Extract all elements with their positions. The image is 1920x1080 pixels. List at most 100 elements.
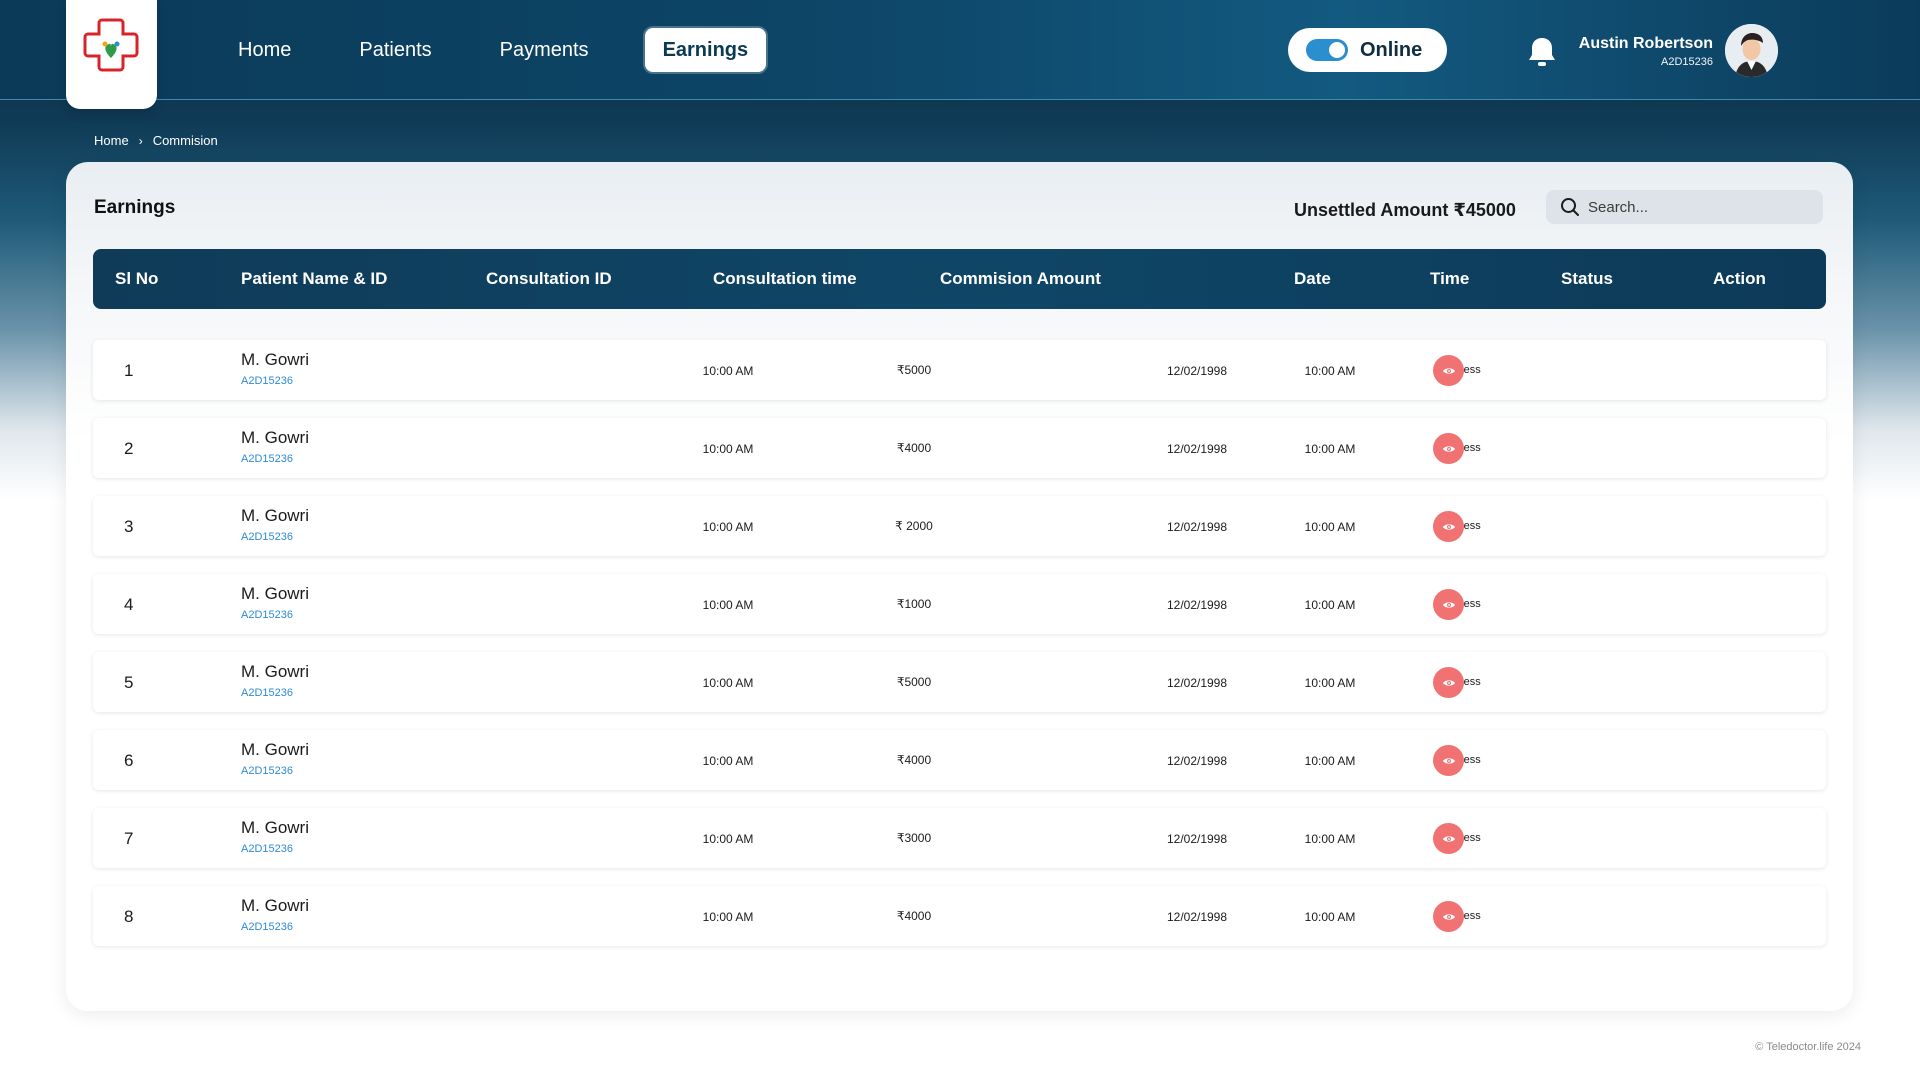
breadcrumb-home[interactable]: Home: [94, 133, 129, 148]
earnings-card: Earnings Unsettled Amount ₹45000 Sl No P…: [66, 162, 1853, 1011]
patient-name: M. Gowri: [241, 428, 309, 447]
commission-amount: ₹4000: [896, 753, 932, 767]
patient-id: A2D15236: [241, 531, 293, 543]
consultation-time: 10:00 AM: [702, 364, 754, 378]
eye-icon: [1442, 679, 1455, 686]
main-nav: Home Patients Payments Earnings: [238, 28, 798, 72]
patient-name: M. Gowri: [241, 506, 309, 525]
row-time: 10:00 AM: [1304, 832, 1356, 846]
commission-amount: ₹5000: [896, 363, 932, 377]
avatar[interactable]: [1725, 24, 1778, 77]
nav-earnings[interactable]: Earnings: [644, 28, 767, 72]
nav-home[interactable]: Home: [238, 28, 309, 72]
toggle-knob: [1329, 42, 1345, 58]
row-sl-no: 2: [124, 439, 134, 458]
row-time: 10:00 AM: [1304, 910, 1356, 924]
online-status-toggle[interactable]: Online: [1288, 28, 1447, 72]
table-header: Sl No Patient Name & ID Consultation ID …: [93, 249, 1826, 309]
unsettled-amount: Unsettled Amount ₹45000: [1294, 200, 1516, 220]
bell-icon[interactable]: [1527, 36, 1557, 73]
eye-icon: [1442, 445, 1455, 452]
row-time: 10:00 AM: [1304, 676, 1356, 690]
table-row: 8 M. Gowri A2D15236 10:00 AM ₹4000 12/02/1998…: [93, 886, 1826, 946]
nav-patients[interactable]: Patients: [341, 28, 449, 72]
view-button[interactable]: [1433, 667, 1464, 698]
toggle-switch[interactable]: [1306, 39, 1348, 61]
row-sl-no: 3: [124, 517, 134, 536]
view-button[interactable]: [1433, 823, 1464, 854]
commission-amount: ₹4000: [896, 909, 932, 923]
avatar-icon: [1725, 24, 1778, 77]
patient-id: A2D15236: [241, 687, 293, 699]
patient-name: M. Gowri: [241, 662, 309, 681]
view-button[interactable]: [1433, 901, 1464, 932]
user-info[interactable]: Austin Robertson A2D15236: [1579, 34, 1713, 70]
nav-payments[interactable]: Payments: [482, 28, 607, 72]
row-date: 12/02/1998: [1166, 676, 1228, 690]
row-time: 10:00 AM: [1304, 754, 1356, 768]
row-date: 12/02/1998: [1166, 910, 1228, 924]
header-status: Status: [1561, 269, 1613, 288]
row-sl-no: 1: [124, 361, 134, 380]
row-time: 10:00 AM: [1304, 598, 1356, 612]
row-time: 10:00 AM: [1304, 520, 1356, 534]
table-row: 5 M. Gowri A2D15236 10:00 AM ₹5000 12/02/1998…: [93, 652, 1826, 712]
patient-id: A2D15236: [241, 921, 293, 933]
table-row: 2 M. Gowri A2D15236 10:00 AM ₹4000 12/02/1998…: [93, 418, 1826, 478]
table-row: 6 M. Gowri A2D15236 10:00 AM ₹4000 12/02/1998…: [93, 730, 1826, 790]
row-date: 12/02/1998: [1166, 364, 1228, 378]
consultation-time: 10:00 AM: [702, 754, 754, 768]
header-commission-amount: Commision Amount: [940, 269, 1101, 288]
breadcrumb-current: Commision: [152, 133, 218, 148]
commission-amount: ₹5000: [896, 675, 932, 689]
patient-id: A2D15236: [241, 609, 293, 621]
breadcrumb: Home › Commision: [94, 133, 218, 148]
top-navbar: Home Patients Payments Earnings Online A…: [0, 0, 1920, 109]
commission-amount: ₹4000: [896, 441, 932, 455]
view-button[interactable]: [1433, 355, 1464, 386]
consultation-time: 10:00 AM: [702, 520, 754, 534]
row-sl-no: 8: [124, 907, 134, 926]
search-input[interactable]: [1588, 198, 1808, 216]
page-title: Earnings: [94, 197, 176, 218]
consultation-time: 10:00 AM: [702, 910, 754, 924]
eye-icon: [1442, 601, 1455, 608]
patient-id: A2D15236: [241, 375, 293, 387]
teledoctor-logo-icon: [83, 18, 139, 72]
search-icon: [1561, 198, 1579, 216]
search-box[interactable]: [1546, 190, 1823, 224]
commission-amount: ₹3000: [896, 831, 932, 845]
copyright: © Teledoctor.life 2024: [1755, 1041, 1861, 1053]
view-button[interactable]: [1433, 745, 1464, 776]
header-consultation-id: Consultation ID: [486, 269, 612, 288]
eye-icon: [1442, 523, 1455, 530]
eye-icon: [1442, 913, 1455, 920]
table-row: 7 M. Gowri A2D15236 10:00 AM ₹3000 12/02/1998…: [93, 808, 1826, 868]
patient-id: A2D15236: [241, 765, 293, 777]
view-button[interactable]: [1433, 511, 1464, 542]
eye-icon: [1442, 835, 1455, 842]
commission-amount: ₹ 2000: [895, 519, 933, 533]
commission-amount: ₹1000: [896, 597, 932, 611]
view-button[interactable]: [1433, 589, 1464, 620]
logo[interactable]: [66, 0, 157, 109]
row-date: 12/02/1998: [1166, 598, 1228, 612]
row-date: 12/02/1998: [1166, 754, 1228, 768]
consultation-time: 10:00 AM: [702, 442, 754, 456]
row-sl-no: 6: [124, 751, 134, 770]
row-sl-no: 7: [124, 829, 134, 848]
header-consultation-time: Consultation time: [713, 269, 857, 288]
row-time: 10:00 AM: [1304, 442, 1356, 456]
row-date: 12/02/1998: [1166, 832, 1228, 846]
patient-id: A2D15236: [241, 843, 293, 855]
row-date: 12/02/1998: [1166, 520, 1228, 534]
user-name: Austin Robertson: [1578, 35, 1713, 52]
user-id: A2D15236: [1661, 56, 1713, 68]
row-sl-no: 4: [124, 595, 134, 614]
patient-id: A2D15236: [241, 453, 293, 465]
eye-icon: [1442, 757, 1455, 764]
row-sl-no: 5: [124, 673, 134, 692]
header-sl-no: Sl No: [115, 269, 159, 288]
patient-name: M. Gowri: [241, 896, 309, 915]
view-button[interactable]: [1433, 433, 1464, 464]
